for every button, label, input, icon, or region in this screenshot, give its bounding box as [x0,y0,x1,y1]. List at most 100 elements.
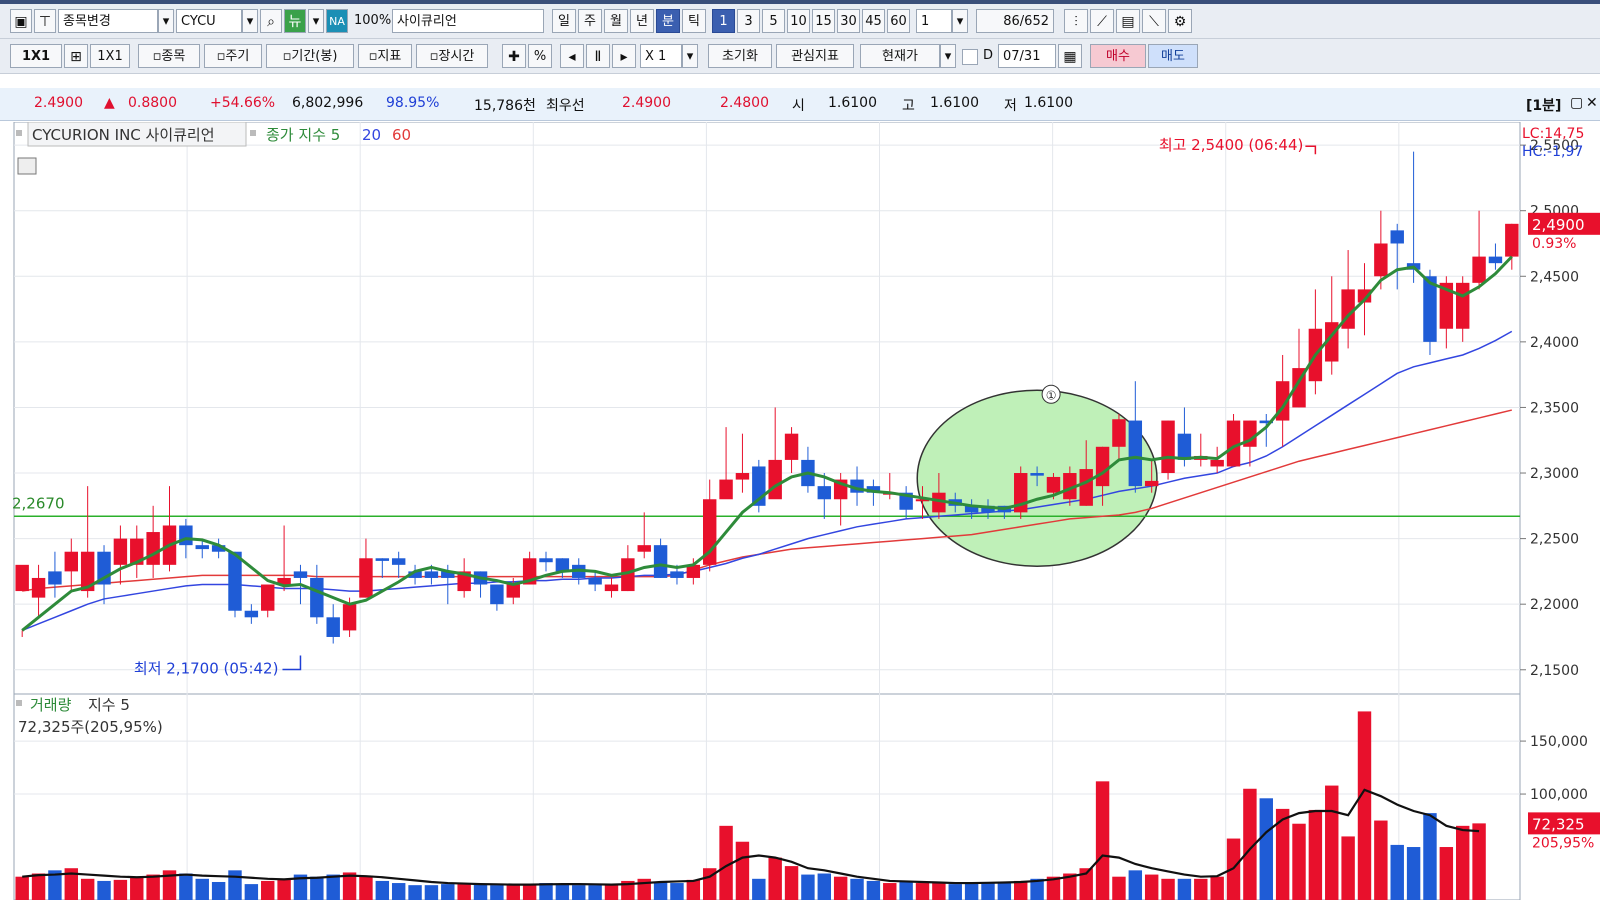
symbol-input[interactable]: CYCU [176,9,242,33]
tool-icon[interactable]: ⟍ [1142,9,1166,33]
volume-bar-47 [784,866,799,900]
chart-title: CYCURION INC 사이큐리언 [32,126,215,144]
price-change-pct: +54.66% [210,95,276,111]
high-label: 고 [902,98,915,114]
volume-bar-8 [146,874,160,900]
volume-bar-59 [981,881,995,900]
session-button[interactable]: ▫장시간 [416,44,488,68]
calendar-icon[interactable]: ▦ [1058,44,1082,68]
candle-body [179,525,193,546]
date-label: D [982,48,993,63]
reset-button[interactable]: 초기화 [708,44,772,68]
volume-bar-76 [1259,798,1273,900]
gear-icon[interactable]: ⚙ [1168,9,1192,33]
candle-body [784,433,799,460]
scroll-right-icon[interactable]: ▸ [612,44,636,68]
interval-tab-15[interactable]: 15 [812,9,835,33]
interval-tab-1[interactable]: 1 [712,9,735,33]
line-draw-icon[interactable]: ⟋ [1090,9,1114,33]
volume-bar-72 [1194,878,1208,900]
chevron-down-icon[interactable]: ▾ [242,9,258,33]
pin-icon[interactable]: ▣ [10,9,32,33]
circle-marker-label: ① [1046,388,1057,402]
volume-legend: 지수 5 [88,696,130,714]
scroll-left-icon[interactable]: ◂ [560,44,584,68]
price-change: 0.8800 [128,95,177,111]
volume-bar-78 [1292,823,1306,900]
company-name: 사이큐리언 [392,9,544,33]
open-label: 시 [792,98,805,114]
y-tick-label: 2,3000 [1530,466,1579,482]
interval-tab-60[interactable]: 60 [887,9,910,33]
sell-button[interactable]: 매도 [1148,44,1198,68]
trade-amount: 15,786천 [474,98,536,114]
grid-layout-icon[interactable]: ⊞ [64,44,88,68]
legend-ma20: 20 [362,126,381,144]
candle-body [1488,256,1503,264]
close-icon[interactable]: ✕ [1586,95,1598,111]
interval-tab-5[interactable]: 5 [762,9,785,33]
chevron-down-icon[interactable]: ▾ [158,9,174,33]
save-icon[interactable]: ▤ [1116,9,1140,33]
volume-bar-85 [1406,847,1421,900]
bar-count-field[interactable]: 86/652 [976,9,1054,33]
change-symbol-button[interactable]: 종목변경 [58,9,158,33]
volume-bar-58 [964,883,979,900]
chevron-down-icon[interactable]: ▾ [940,44,956,68]
pause-icon[interactable]: Ⅱ [586,44,610,68]
price-type-select[interactable]: 현재가 [860,44,940,68]
date-input[interactable]: 07/31 [998,44,1056,68]
chart-area[interactable]: 2,1500 2,2000 2,2500 2,3000 2,3500 2,4000 2,45… [0,121,1600,901]
interval-tab-3[interactable]: 3 [737,9,760,33]
volume-bar-51 [850,878,864,900]
buy-button[interactable]: 매수 [1090,44,1146,68]
crosshair-icon[interactable]: ✚ [502,44,526,68]
volume-bar-73 [1210,876,1224,900]
chart-toolbar: 1X1 ⊞ 1X1 ▫종목 ▫주기 ▫기간(봉) ▫지표 ▫장시간 ✚ % ◂ … [0,39,1600,74]
watch-indicator-button[interactable]: 관심지표 [776,44,854,68]
period-tab-0[interactable]: 일 [552,9,576,33]
candle-body [670,571,684,578]
chevron-down-icon[interactable]: ▾ [682,44,698,68]
layout-select-button[interactable]: 1X1 [90,44,130,68]
candle-body [768,459,782,500]
maximize-icon[interactable]: ▢ [1570,95,1583,111]
volume-bar-19 [326,874,340,900]
interval-tab-45[interactable]: 45 [862,9,885,33]
volume-bar-53 [883,883,897,900]
volume-bar-36 [604,885,619,900]
volume-value-label: 72,325주(205,95%) [18,718,163,736]
stock-button[interactable]: ▫종목 [138,44,200,68]
period-tab-3[interactable]: 년 [630,9,654,33]
date-checkbox[interactable] [962,49,978,65]
volume-bar-7 [130,877,144,900]
period-tab-4[interactable]: 분 [656,9,680,33]
candle-body [310,577,324,618]
search-icon[interactable]: ⌕ [260,9,282,33]
chevron-down-icon[interactable]: ▾ [308,9,324,33]
volume-bar-23 [391,883,406,900]
candle-body [64,551,79,572]
interval-select[interactable]: 1 [916,9,952,33]
period-button[interactable]: ▫주기 [204,44,262,68]
best-bid: 2.4800 [720,95,769,111]
chevron-down-icon[interactable]: ▾ [952,9,968,33]
layout-button[interactable]: 1X1 [10,44,62,68]
news-icon[interactable]: 뉴 [284,9,306,33]
indicator-button[interactable]: ▫지표 [358,44,412,68]
candle-type-icon[interactable]: ⫶ [1064,9,1088,33]
chart-svg[interactable]: 2,1500 2,2000 2,2500 2,3000 2,3500 2,4000 2,45… [0,121,1600,901]
percent-button[interactable]: % [528,44,552,68]
range-button[interactable]: ▫기간(봉) [266,44,354,68]
period-tab-2[interactable]: 월 [604,9,628,33]
volume-bar-33 [555,884,570,900]
candle-body [1144,480,1159,487]
multiplier-select[interactable]: X 1 [640,44,682,68]
period-tab-1[interactable]: 주 [578,9,602,33]
volume-bar-67 [1112,876,1126,900]
na-badge[interactable]: NA [326,9,348,33]
interval-tab-10[interactable]: 10 [787,9,810,33]
interval-tab-30[interactable]: 30 [837,9,860,33]
period-tab-5[interactable]: 틱 [682,9,706,33]
link-icon[interactable]: ⊤ [34,9,56,33]
